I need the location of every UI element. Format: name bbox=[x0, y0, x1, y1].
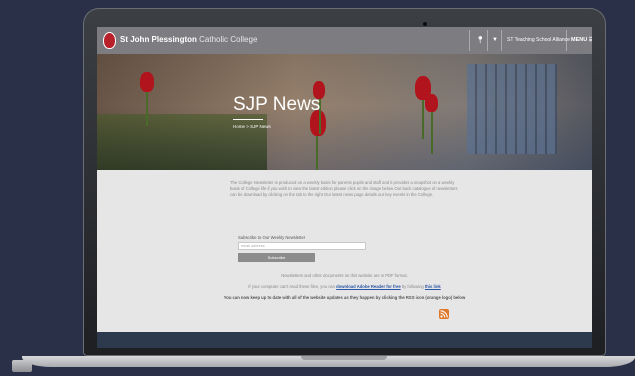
site-title-light: Catholic College bbox=[199, 35, 258, 44]
camera-icon bbox=[423, 22, 427, 26]
site-header: St John Plessington Catholic College 📍︎ … bbox=[97, 27, 592, 54]
teaching-school-alliance-logo[interactable]: ST Teaching School Alliance bbox=[507, 37, 570, 43]
hero-banner: SJP News Home > SJP News bbox=[97, 54, 592, 170]
browser-viewport: SJP News Home > SJP News St John Plessin… bbox=[97, 27, 592, 348]
hamburger-icon: ☰ bbox=[588, 37, 592, 43]
header-divider bbox=[501, 30, 502, 51]
location-pin-icon[interactable]: 📍︎ bbox=[476, 36, 485, 44]
menu-button[interactable]: MENU ☰ bbox=[571, 37, 592, 43]
rss-note: You can now keep up to date with all of … bbox=[223, 295, 466, 300]
page-title: SJP News bbox=[233, 94, 321, 115]
reader-prefix: If your computer can't read these files,… bbox=[248, 284, 335, 289]
site-footer bbox=[97, 332, 592, 348]
tulip-stem bbox=[431, 109, 433, 154]
dropdown-arrow-icon[interactable]: ▼ bbox=[492, 37, 498, 43]
header-divider bbox=[469, 30, 470, 51]
breadcrumb[interactable]: Home > SJP News bbox=[233, 124, 271, 129]
laptop-base-notch bbox=[301, 356, 387, 360]
adobe-reader-note: If your computer can't read these files,… bbox=[97, 284, 592, 289]
hero-flowerbed bbox=[97, 114, 267, 170]
tulip-flower bbox=[425, 94, 438, 112]
adobe-reader-link[interactable]: download Adobe Reader for free bbox=[336, 284, 401, 289]
subscribe-label: Subscribe to Our Weekly Newsletter bbox=[238, 235, 306, 240]
hero-building-windows bbox=[467, 64, 557, 154]
laptop-foot bbox=[12, 360, 32, 372]
rss-icon[interactable] bbox=[439, 309, 449, 319]
site-title-bold: St John Plessington bbox=[120, 35, 197, 44]
newsletter-intro-text: The College Newsletter is produced on a … bbox=[230, 180, 458, 197]
subscribe-button[interactable]: Subscribe bbox=[238, 253, 315, 262]
tulip-stem bbox=[316, 134, 318, 170]
this-link[interactable]: this link bbox=[425, 284, 441, 289]
school-crest-logo[interactable] bbox=[103, 32, 116, 49]
site-title-link[interactable]: St John Plessington Catholic College bbox=[120, 35, 257, 44]
main-content: The College Newsletter is produced on a … bbox=[97, 170, 592, 332]
email-field[interactable] bbox=[238, 242, 366, 250]
header-divider bbox=[487, 30, 488, 51]
header-divider bbox=[566, 30, 567, 51]
title-underline bbox=[233, 119, 263, 120]
tulip-stem bbox=[146, 86, 148, 126]
pdf-note: Newsletters and other documents on this … bbox=[281, 273, 408, 278]
menu-label: MENU bbox=[571, 37, 588, 43]
reader-middle: by following bbox=[401, 284, 424, 289]
tulip-flower bbox=[140, 72, 154, 92]
